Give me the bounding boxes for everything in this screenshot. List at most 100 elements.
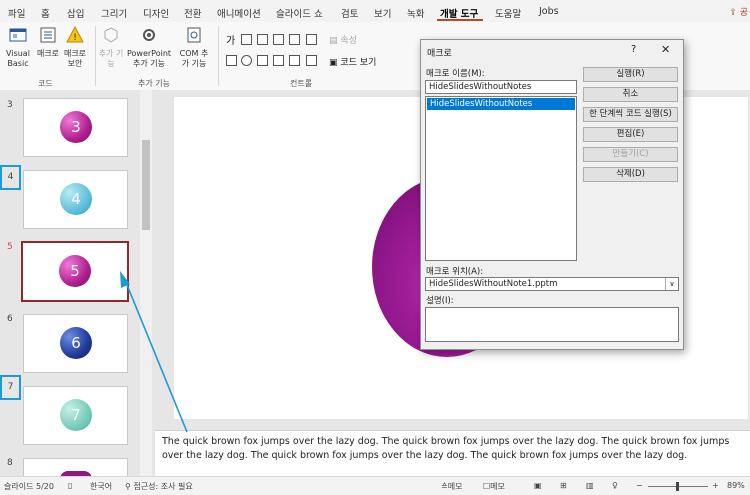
share-label: 공 [739, 8, 748, 18]
slide-thumbnail[interactable]: 6 [23, 314, 128, 373]
run-button[interactable]: 실행(R) [583, 67, 678, 82]
tab-review[interactable]: 검토 [341, 6, 358, 20]
edit-button[interactable]: 편집(E) [583, 127, 678, 142]
dialog-title: 매크로 [427, 49, 452, 59]
com-addin-icon [187, 27, 201, 43]
macro-list-icon [40, 27, 56, 43]
scrollbar-thumb[interactable] [142, 140, 150, 230]
macro-list-item[interactable]: HideSlidesWithoutNotes [427, 98, 575, 110]
notes-pane[interactable]: The quick brown fox jumps over the lazy … [155, 430, 750, 477]
help-button[interactable]: ? [631, 44, 636, 55]
slide-circle: 6 [60, 327, 92, 359]
macros-label: 매크로 [36, 49, 60, 58]
macro-location-select[interactable]: HideSlidesWithoutNote1.pptm ∨ [425, 277, 679, 291]
create-button[interactable]: 만들기(C) [583, 147, 678, 162]
view-code-button[interactable]: ▣ 코드 보기 [329, 55, 376, 68]
close-button[interactable]: ✕ [661, 43, 670, 56]
normal-view-icon[interactable]: ▣ [534, 481, 542, 490]
button-control-icon[interactable] [257, 34, 268, 45]
powerpoint-addins-label: PowerPoint 추가 기능 [126, 49, 172, 68]
textbox-control-icon[interactable] [241, 34, 252, 45]
slide-thumbnail[interactable] [23, 458, 128, 479]
accessibility-status[interactable]: ⚲ 접근성: 조사 필요 [125, 481, 193, 492]
slide-thumbnail[interactable]: 7 [23, 386, 128, 445]
tab-file[interactable]: 파일 [8, 6, 25, 20]
tab-home[interactable]: 홈 [41, 6, 50, 20]
addins-button[interactable]: 추가 기능 [98, 26, 124, 69]
more-controls-icon[interactable] [306, 55, 317, 66]
slide-number: 4 [7, 172, 14, 182]
hidden-slide-marker: 7 [0, 375, 21, 400]
slide-number: 8 [7, 458, 13, 468]
tab-help[interactable]: 도움말 [495, 6, 521, 20]
visual-basic-icon [9, 28, 27, 42]
tab-animations[interactable]: 애니메이션 [217, 6, 261, 20]
cancel-button[interactable]: 취소 [583, 87, 678, 102]
language-indicator[interactable]: 한국어 [90, 481, 112, 492]
tab-record[interactable]: 녹화 [407, 6, 424, 20]
slide-thumbnail-selected[interactable]: 5 [21, 241, 129, 302]
slide-circle: 7 [60, 399, 92, 431]
share-button[interactable]: ⇪ 공 [729, 5, 748, 18]
notes-text[interactable]: The quick brown fox jumps over the lazy … [162, 435, 750, 463]
visual-basic-button[interactable]: Visual Basic [3, 26, 33, 69]
tab-transitions[interactable]: 전환 [184, 6, 201, 20]
zoom-level[interactable]: 89% [727, 481, 745, 490]
tab-developer[interactable]: 개발 도구 [440, 6, 478, 20]
list-control-icon[interactable] [289, 34, 300, 45]
macro-dialog: 매크로 ? ✕ 매크로 이름(M): HideSlidesWithoutNote… [420, 39, 684, 350]
macro-name-input[interactable]: HideSlidesWithoutNotes [425, 80, 577, 94]
macro-security-button[interactable]: ! 매크로 보안 [61, 25, 89, 69]
tab-insert[interactable]: 삽입 [67, 6, 84, 20]
tab-slideshow[interactable]: 슬라이드 쇼 [276, 6, 323, 20]
spin-control-icon[interactable] [273, 55, 284, 66]
delete-button[interactable]: 삭제(D) [583, 167, 678, 182]
com-addins-label: COM 추가 기능 [179, 49, 209, 68]
description-box[interactable] [425, 307, 679, 342]
scroll-control-icon[interactable] [289, 55, 300, 66]
zoom-out-button[interactable]: − [636, 481, 643, 490]
addin-icon [104, 27, 118, 43]
macros-button[interactable]: 매크로 [35, 26, 61, 59]
powerpoint-addins-button[interactable]: PowerPoint 추가 기능 [124, 26, 174, 69]
tab-jobs[interactable]: Jobs [539, 6, 559, 17]
visual-basic-label: Visual Basic [6, 49, 30, 68]
macro-location-value: HideSlidesWithoutNote1.pptm [429, 279, 558, 289]
group-separator [218, 26, 219, 86]
warning-icon: ! [66, 25, 84, 43]
zoom-slider-thumb[interactable] [676, 482, 679, 491]
slide-sorter-icon[interactable]: ⊞ [560, 481, 567, 490]
properties-button[interactable]: ▤ 속성 [329, 33, 357, 46]
slide-thumbnail-pane: 3 3 4 4 5 5 6 6 7 7 8 [0, 90, 154, 479]
properties-label: 속성 [340, 36, 357, 46]
spellcheck-icon[interactable]: ▯ [68, 481, 72, 490]
zoom-in-button[interactable]: + [712, 481, 719, 490]
gear-icon [143, 29, 155, 41]
label-control-glyph[interactable]: 가 [226, 32, 235, 47]
active-tab-indicator [437, 19, 483, 21]
slide-thumbnail[interactable]: 4 [23, 170, 128, 229]
macro-list[interactable]: HideSlidesWithoutNotes [425, 96, 577, 261]
frame-control-icon[interactable] [257, 55, 268, 66]
comments-label: 메모 [490, 482, 505, 491]
comments-button[interactable]: ☐메모 [483, 481, 505, 492]
macro-security-label: 매크로 보안 [63, 49, 87, 68]
reading-view-icon[interactable]: ▥ [586, 481, 594, 490]
tab-view[interactable]: 보기 [374, 6, 391, 20]
group-code-label: 코드 [38, 79, 53, 88]
tab-draw[interactable]: 그리기 [101, 6, 127, 20]
checkbox-control-icon[interactable] [226, 55, 237, 66]
combo-control-icon[interactable] [273, 34, 284, 45]
radio-control-icon[interactable] [241, 55, 252, 66]
slide-number: 7 [7, 382, 14, 392]
slideshow-view-icon[interactable]: ♀ [612, 481, 618, 490]
group-addins-label: 추가 기능 [138, 79, 170, 88]
notes-toggle-button[interactable]: ≙메모 [441, 481, 462, 492]
slide-circle: 4 [60, 183, 92, 215]
image-control-icon[interactable] [306, 34, 317, 45]
chevron-down-icon[interactable]: ∨ [665, 278, 678, 290]
slide-thumbnail[interactable]: 3 [23, 98, 128, 157]
com-addins-button[interactable]: COM 추가 기능 [176, 26, 212, 69]
step-into-button[interactable]: 한 단계씩 코드 실행(S) [583, 107, 678, 122]
tab-design[interactable]: 디자인 [143, 6, 169, 20]
